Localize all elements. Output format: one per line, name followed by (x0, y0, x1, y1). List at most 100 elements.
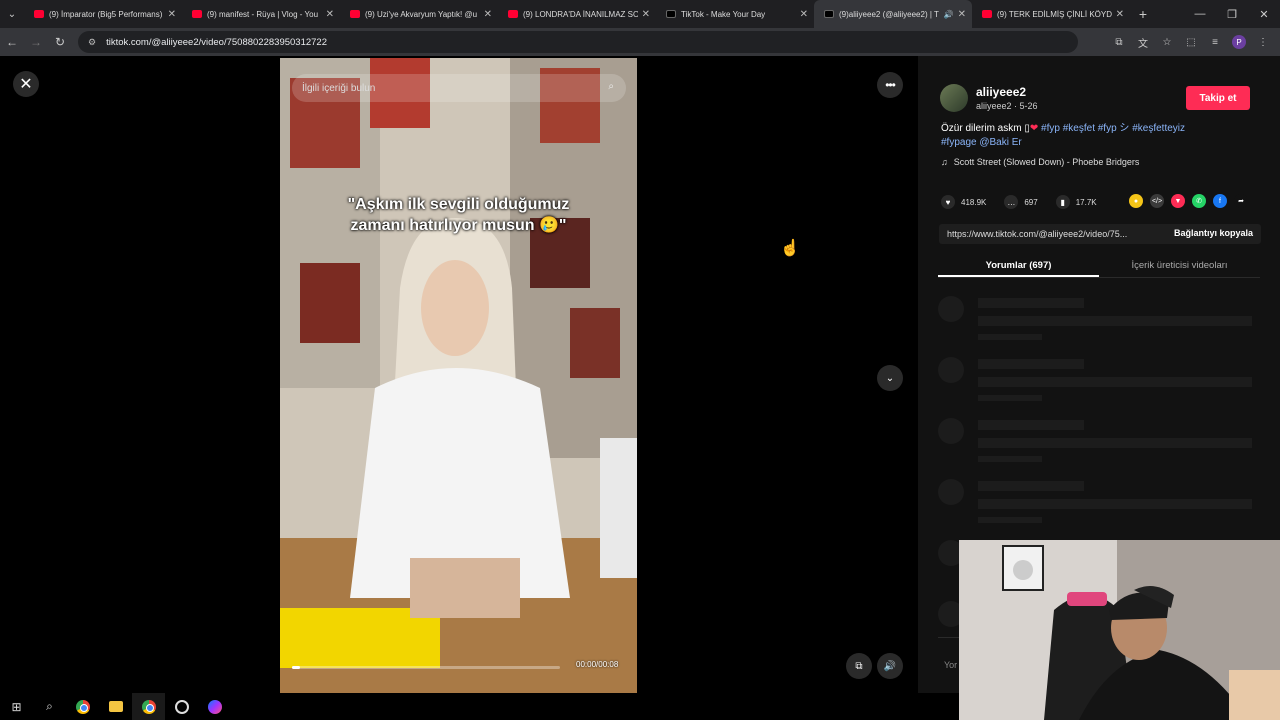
comment-skeleton (938, 479, 1260, 529)
browser-tab[interactable]: (9) LONDRA'DA İNANILMAZ SO ✕ (498, 0, 656, 28)
chrome-app-icon[interactable] (66, 693, 99, 720)
comment-skeleton (938, 296, 1260, 346)
author-subline: aliiyeee2 · 5-26 (976, 101, 1038, 111)
avatar[interactable] (940, 84, 968, 112)
tab-creator-videos[interactable]: İçerik üreticisi videoları (1099, 256, 1260, 277)
tab-title: (9)aliiyeee2 (@aliiyeee2) | T (839, 9, 939, 19)
video-progress-bar[interactable] (292, 666, 560, 669)
tiktok-icon (824, 10, 834, 18)
translate-icon[interactable]: 文 (1132, 31, 1154, 53)
browser-tab[interactable]: (9) manifest - Rüya | Vlog - You ✕ (182, 0, 340, 28)
reload-button[interactable]: ↻ (48, 28, 72, 56)
browser-tab[interactable]: (9) Uzi'ye Akvaryum Yaptık! @u ✕ (340, 0, 498, 28)
profile-avatar[interactable]: P (1232, 35, 1246, 49)
close-window-icon[interactable]: ✕ (1248, 0, 1280, 28)
youtube-icon (982, 10, 992, 18)
close-icon[interactable]: ✕ (642, 9, 650, 20)
browser-tab[interactable]: (9) İmparator (Big5 Performans) ✕ (24, 0, 182, 28)
close-icon[interactable]: ✕ (484, 9, 492, 20)
close-icon[interactable]: ✕ (800, 9, 808, 20)
tab-comments[interactable]: Yorumlar (697) (938, 256, 1099, 277)
close-icon[interactable]: ✕ (168, 9, 176, 20)
minimize-icon[interactable]: — (1184, 0, 1216, 28)
hashtags-mention[interactable]: #fypage @Baki Er (941, 137, 1022, 148)
post-text: Özür dilerim askm (941, 123, 1022, 134)
copy-link-button[interactable]: Bağlantıyı kopyala (1174, 228, 1253, 238)
install-app-icon[interactable]: ⧉ (1108, 31, 1130, 53)
facebook-icon[interactable]: f (1213, 194, 1227, 208)
follow-button[interactable]: Takip et (1186, 86, 1250, 110)
browser-tab-bar: ⌄ (9) İmparator (Big5 Performans) ✕ (9) m… (0, 0, 1280, 28)
close-icon[interactable]: ✕ (326, 9, 334, 20)
next-video-chevron-down-icon[interactable]: ⌄ (877, 365, 903, 391)
caption-line-2: zamanı hatırlıyor musun 🥲" (350, 217, 567, 234)
tab-title: (9) manifest - Rüya | Vlog - You (207, 9, 319, 19)
speaker-icon[interactable]: 🔊 (944, 10, 954, 19)
messenger-app-icon[interactable] (198, 693, 231, 720)
extensions-icon[interactable]: ⬚ (1180, 31, 1202, 53)
share-icons: ● </> ▼ ✆ f ➦ (1129, 194, 1248, 208)
comment-count: 697 (1024, 197, 1038, 207)
author-username[interactable]: aliiyeee2 (976, 85, 1026, 99)
comment-skeleton (938, 418, 1260, 468)
search-placeholder: İlgili içeriği bulun (302, 82, 376, 94)
share-link-field[interactable]: https://www.tiktok.com/@aliiyeee2/video/… (939, 224, 1261, 244)
miniplayer-icon[interactable]: ⧉ (846, 653, 872, 679)
menu-kebab-icon[interactable]: ⋮ (1252, 31, 1274, 53)
browser-tab[interactable]: (9) TERK EDİLMİŞ ÇİNLİ KÖYDE ✕ (972, 0, 1130, 28)
save-stat[interactable]: ▮ 17.7K (1055, 195, 1097, 209)
video-frame-image (280, 58, 637, 693)
whatsapp-icon[interactable]: ✆ (1192, 194, 1206, 208)
hashtags[interactable]: #fyp #keşfet #fyp シ #keşfetteyiz (1041, 123, 1185, 134)
windows-start-icon[interactable]: ⊞ (0, 693, 33, 720)
close-icon[interactable]: ✕ (1116, 9, 1124, 20)
tab-title: (9) Uzi'ye Akvaryum Yaptık! @u (365, 9, 478, 19)
new-tab-button[interactable]: + (1130, 6, 1156, 22)
embed-code-icon[interactable]: </> (1150, 194, 1164, 208)
address-bar-row: ← → ↻ ⚙ tiktok.com/@aliiyeee2/video/7508… (0, 28, 1280, 56)
chrome-active-app-icon[interactable] (132, 693, 165, 720)
video-timecode: 00:00/00:08 (576, 660, 619, 669)
bookmark-icon: ▮ (1055, 195, 1070, 209)
url-field[interactable]: ⚙ tiktok.com/@aliiyeee2/video/7508802283… (78, 31, 1078, 53)
site-info-icon[interactable]: ⚙ (88, 37, 96, 48)
restore-icon[interactable]: ❐ (1216, 0, 1248, 28)
comment-icon: … (1004, 195, 1019, 209)
volume-icon[interactable]: 🔊 (877, 653, 903, 679)
youtube-icon (508, 10, 518, 18)
tab-title: TikTok - Make Your Day (681, 9, 766, 19)
tab-search-icon[interactable]: ⌄ (0, 0, 24, 28)
file-explorer-icon[interactable] (99, 693, 132, 720)
back-button[interactable]: ← (0, 28, 24, 56)
webcam-overlay (959, 540, 1280, 720)
comment-input-placeholder: Yor (944, 660, 958, 670)
tab-title: (9) TERK EDİLMİŞ ÇİNLİ KÖYDE (997, 9, 1112, 19)
search-icon[interactable]: ⌕ (608, 81, 614, 92)
heart-icon: ♥ (941, 195, 955, 209)
webcam-image (959, 540, 1280, 720)
obs-app-icon[interactable] (165, 693, 198, 720)
like-count: 418.9K (961, 197, 987, 207)
close-icon[interactable]: ✕ (13, 71, 39, 97)
media-controls-icon[interactable]: ≡ (1204, 31, 1226, 53)
browser-tab[interactable]: TikTok - Make Your Day ✕ (656, 0, 814, 28)
close-icon[interactable]: ✕ (958, 9, 966, 20)
browser-tab-active[interactable]: (9)aliiyeee2 (@aliiyeee2) | T 🔊 ✕ (814, 0, 972, 28)
comment-stat[interactable]: … 697 (1004, 195, 1038, 209)
bookmark-star-icon[interactable]: ☆ (1156, 31, 1178, 53)
music-info[interactable]: ♫ Scott Street (Slowed Down) - Phoebe Bri… (941, 157, 1139, 167)
embed-coin-icon[interactable]: ● (1129, 194, 1143, 208)
send-icon[interactable]: ▼ (1171, 194, 1185, 208)
share-arrow-icon[interactable]: ➦ (1234, 194, 1248, 208)
like-stat[interactable]: ♥ 418.9K (941, 195, 986, 209)
search-icon[interactable]: ⌕ (33, 693, 66, 720)
os-taskbar: ⊞ ⌕ (0, 693, 959, 720)
window-controls: — ❐ ✕ (1184, 0, 1280, 28)
panel-tabs: Yorumlar (697) İçerik üreticisi videolar… (938, 256, 1260, 278)
more-options-button[interactable]: ••• (877, 72, 903, 98)
video-search-input[interactable]: İlgili içeriği bulun ⌕ (292, 74, 626, 102)
hand-cursor-icon: ☝ (780, 240, 800, 257)
youtube-icon (34, 10, 44, 18)
video-player[interactable]: İlgili içeriği bulun ⌕ "Aşkım ilk sevgil… (280, 58, 637, 693)
forward-button[interactable]: → (24, 28, 48, 56)
